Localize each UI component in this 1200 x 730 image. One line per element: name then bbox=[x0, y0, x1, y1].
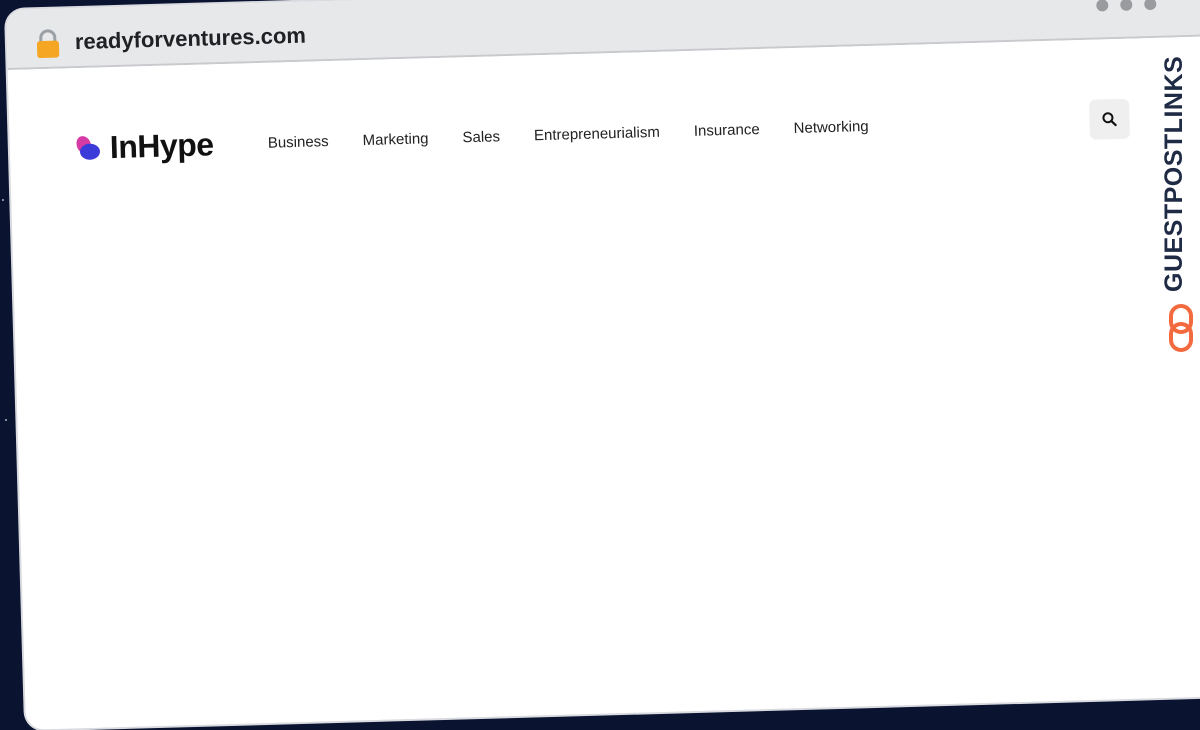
nav-entrepreneurialism[interactable]: Entrepreneurialism bbox=[534, 124, 660, 145]
window-dot[interactable] bbox=[1096, 0, 1109, 12]
url-text[interactable]: readyforventures.com bbox=[75, 23, 307, 55]
logo-text: InHype bbox=[109, 126, 215, 166]
watermark-text: GUESTPOSTLINKS bbox=[1160, 55, 1188, 292]
window-dot[interactable] bbox=[1144, 0, 1157, 11]
search-button[interactable] bbox=[1088, 98, 1131, 140]
window-controls bbox=[1096, 0, 1157, 12]
nav-sales[interactable]: Sales bbox=[462, 128, 500, 146]
lock-icon bbox=[36, 29, 60, 59]
site-page: InHype Business Marketing Sales Entrepre… bbox=[7, 35, 1200, 730]
search-icon bbox=[1102, 112, 1117, 127]
nav-business[interactable]: Business bbox=[268, 133, 329, 152]
nav-insurance[interactable]: Insurance bbox=[694, 121, 760, 140]
nav-marketing[interactable]: Marketing bbox=[362, 130, 428, 149]
butterfly-icon bbox=[76, 135, 100, 160]
site-logo[interactable]: InHype bbox=[73, 126, 214, 167]
window-dot[interactable] bbox=[1120, 0, 1133, 11]
browser-window: readyforventures.com InHype Business Mar… bbox=[6, 0, 1200, 730]
main-nav: Business Marketing Sales Entrepreneurial… bbox=[268, 118, 869, 152]
chain-link-icon bbox=[1169, 304, 1193, 352]
nav-networking[interactable]: Networking bbox=[793, 118, 868, 137]
